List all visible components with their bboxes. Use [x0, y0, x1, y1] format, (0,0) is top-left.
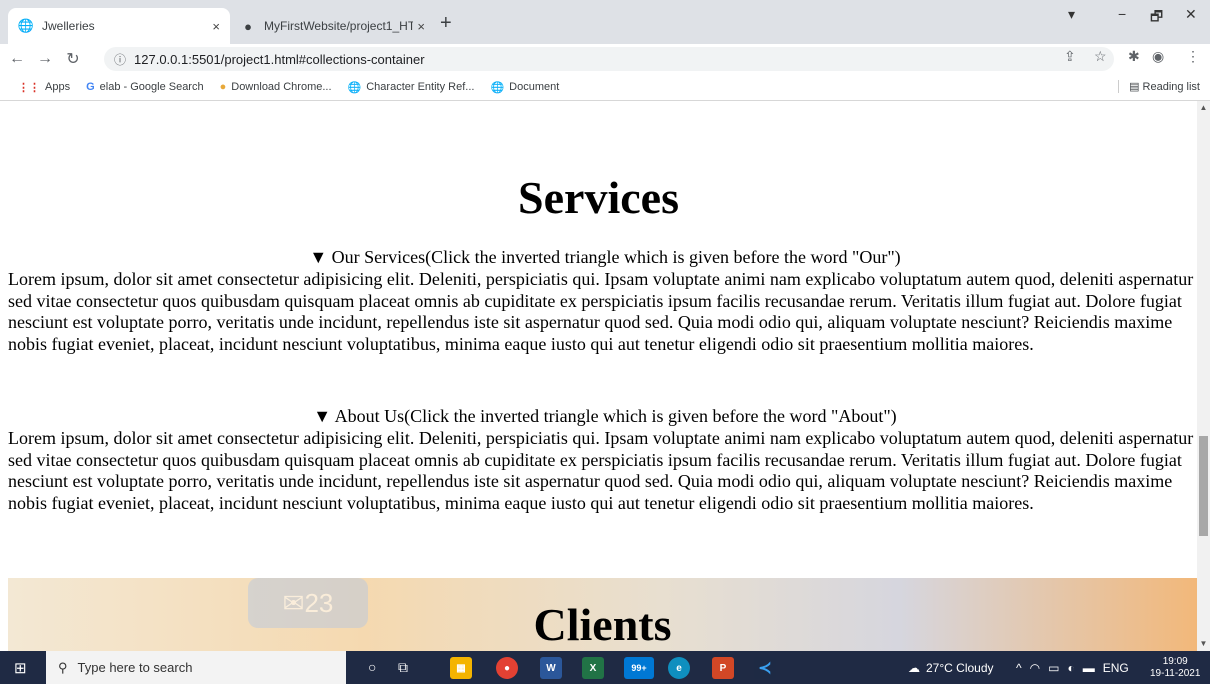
volume-icon[interactable]: ◐ [1067, 661, 1074, 675]
info-icon[interactable]: ⓘ [114, 51, 126, 68]
system-tray[interactable]: ^ ◠ ▭ ◐ ▬ ENG [1016, 651, 1129, 684]
chevron-up-icon[interactable]: ^ [1016, 661, 1022, 675]
globe-icon: 🌐 [17, 18, 35, 33]
clock[interactable]: 19:09 19-11-2021 [1150, 651, 1200, 684]
windows-taskbar: ⊞ ⚲ Type here to search ○ ⧉ ▦ ● W X 99+ … [0, 651, 1210, 684]
maximize-button[interactable]: 🗗 [1150, 6, 1163, 30]
address-bar[interactable]: ⓘ 127.0.0.1:5501/project1.html#collectio… [104, 47, 1114, 71]
tab-title: Jwelleries [42, 19, 95, 33]
tab-close-button[interactable]: × [212, 19, 220, 34]
tab-jwelleries[interactable]: 🌐 Jwelleries × [8, 8, 230, 44]
services-summary-toggle[interactable]: ▼ Our Services(Click the inverted triang… [0, 247, 1197, 268]
share-icon[interactable]: ⇪ [1064, 48, 1076, 65]
reload-icon[interactable]: ↻ [62, 49, 84, 69]
cloud-icon: ☁ [908, 660, 920, 675]
bookmark-label: Download Chrome... [231, 81, 332, 93]
bookmark-character-entity[interactable]: 🌐 Character Entity Ref... [348, 81, 475, 94]
scrollbar-thumb[interactable] [1199, 436, 1208, 536]
wifi-icon[interactable]: ◠ [1030, 661, 1040, 675]
bookmarks-bar: ⋮⋮ Apps Gelab - Google Search ● Download C… [0, 74, 1210, 101]
back-arrow-icon[interactable]: ← [6, 50, 28, 68]
network-icon[interactable]: ▭ [1048, 661, 1059, 675]
mail-badge: 99+ [631, 663, 647, 673]
weather-text: 27°C Cloudy [926, 660, 994, 675]
services-text: Lorem ipsum, dolor sit amet consectetur … [8, 269, 1194, 354]
bookmark-document[interactable]: 🌐 Document [490, 81, 559, 94]
menu-icon[interactable]: ⋮ [1186, 48, 1200, 65]
minimize-button[interactable]: − [1118, 6, 1126, 22]
store-icon[interactable]: ▦ [450, 657, 472, 679]
bookmark-label: Apps [45, 81, 71, 93]
tab-strip: 🌐 Jwelleries × ● MyFirstWebsite/project1… [0, 0, 1210, 44]
about-summary-toggle[interactable]: ▼ About Us(Click the inverted triangle w… [0, 406, 1197, 427]
extensions-icon[interactable]: ✱ [1128, 48, 1140, 65]
globe-icon: 🌐 [347, 81, 362, 94]
vscode-icon[interactable]: ≺ [754, 657, 776, 679]
battery-icon[interactable]: ▬ [1083, 661, 1095, 675]
mail-taskbar-icon[interactable]: 99+ [624, 657, 654, 679]
search-placeholder: Type here to search [77, 660, 193, 675]
reading-list-label: Reading list [1142, 81, 1200, 93]
scroll-down-icon[interactable]: ▼ [1197, 639, 1210, 648]
globe-icon: 🌐 [490, 81, 505, 94]
star-icon[interactable]: ☆ [1094, 48, 1107, 65]
cortana-icon[interactable]: ○ [368, 659, 376, 675]
clients-heading: Clients [533, 599, 672, 650]
avatar[interactable]: ◉ [1152, 48, 1164, 65]
bookmark-label: Document [509, 81, 560, 93]
github-icon: ● [244, 18, 252, 34]
new-tab-button[interactable]: + [440, 12, 452, 35]
profile-dropdown-icon[interactable]: ▾ [1068, 6, 1075, 23]
services-heading: Services [518, 172, 679, 223]
taskbar-search[interactable]: ⚲ Type here to search [46, 651, 346, 684]
task-view-icon[interactable]: ⧉ [398, 659, 408, 676]
chrome-icon: ● [219, 81, 227, 93]
word-icon[interactable]: W [540, 657, 562, 679]
close-window-button[interactable]: ✕ [1185, 6, 1197, 23]
tab-title: MyFirstWebsite/project1_HTML.t [264, 19, 414, 33]
search-icon: ⚲ [58, 659, 68, 675]
clock-date: 19-11-2021 [1150, 667, 1201, 679]
forward-arrow-icon[interactable]: → [34, 50, 56, 68]
bookmark-elab[interactable]: Gelab - Google Search [86, 81, 204, 93]
bookmark-download-chrome[interactable]: ● Download Chrome... [220, 81, 332, 93]
google-icon: G [86, 81, 95, 93]
edge-icon[interactable]: e [668, 657, 690, 679]
windows-start-icon[interactable]: ⊞ [14, 659, 27, 677]
page-viewport: Services ▼ Our Services(Click the invert… [0, 101, 1197, 651]
excel-icon[interactable]: X [582, 657, 604, 679]
page-scrollbar[interactable]: ▲ ▼ [1197, 101, 1210, 651]
weather-widget[interactable]: ☁ 27°C Cloudy [908, 651, 994, 684]
reading-list-icon: ▤ [1129, 81, 1143, 93]
bookmark-apps[interactable]: ⋮⋮ Apps [18, 81, 70, 94]
scroll-up-icon[interactable]: ▲ [1197, 103, 1210, 112]
language-indicator[interactable]: ENG [1103, 661, 1129, 675]
bookmark-label: elab - Google Search [99, 81, 204, 93]
tab-close-button[interactable]: × [417, 19, 425, 34]
powerpoint-icon[interactable]: P [712, 657, 734, 679]
chrome-taskbar-icon[interactable]: ● [496, 657, 518, 679]
clock-time: 19:09 [1162, 655, 1188, 667]
about-text: Lorem ipsum, dolor sit amet consectetur … [8, 428, 1194, 513]
clients-section: ✉ 23 Clients [8, 578, 1197, 651]
apps-icon: ⋮⋮ [18, 81, 40, 94]
reading-list-button[interactable]: ▤ Reading list [1118, 80, 1200, 93]
url-text: 127.0.0.1:5501/project1.html#collections… [134, 51, 425, 67]
tab-github[interactable]: ● MyFirstWebsite/project1_HTML.t × [230, 8, 435, 44]
bookmark-label: Character Entity Ref... [366, 81, 475, 93]
